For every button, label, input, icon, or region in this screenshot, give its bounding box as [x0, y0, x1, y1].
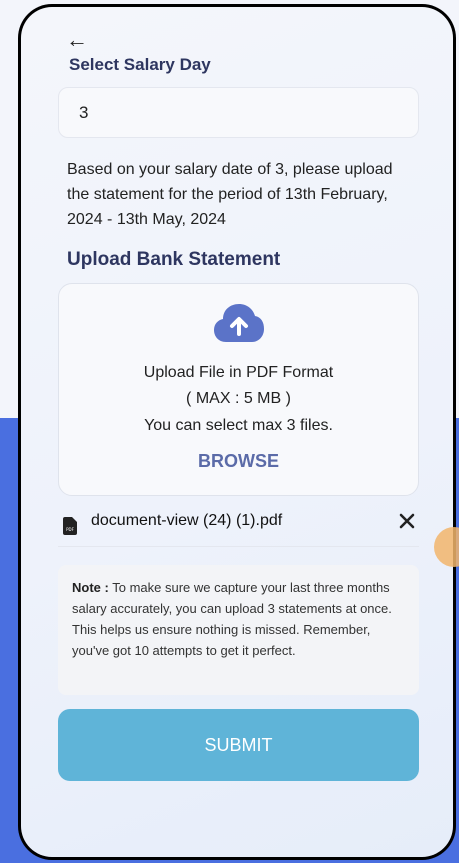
- file-name: document-view (24) (1).pdf: [91, 512, 283, 529]
- statement-period-info: Based on your salary date of 3, please u…: [67, 161, 393, 228]
- close-icon[interactable]: [397, 511, 417, 531]
- browse-button[interactable]: BROWSE: [59, 451, 418, 472]
- salary-day-value: 3: [79, 102, 89, 122]
- upload-max-size-text: ( MAX : 5 MB ): [186, 390, 291, 407]
- note-text: To make sure we capture your last three …: [72, 580, 392, 658]
- upload-format-text: Upload File in PDF Format: [143, 364, 334, 381]
- app-screen: ← Select Salary Day 3 Based on your sala…: [21, 7, 453, 857]
- svg-text:PDF: PDF: [66, 527, 74, 532]
- file-list-item: PDF document-view (24) (1).pdf: [58, 503, 419, 547]
- pdf-file-icon: PDF: [63, 517, 77, 535]
- upload-dropzone[interactable]: Upload File in PDF Format ( MAX : 5 MB )…: [58, 283, 419, 496]
- upload-max-files-text: You can select max 3 files.: [144, 417, 333, 434]
- upload-bank-statement-title: Upload Bank Statement: [67, 249, 281, 270]
- note-label: Note :: [72, 580, 109, 595]
- cloud-upload-icon: [214, 304, 264, 342]
- back-arrow-icon[interactable]: ←: [66, 29, 88, 51]
- phone-frame: ← Select Salary Day 3 Based on your sala…: [18, 4, 456, 860]
- note-box: Note : To make sure we capture your last…: [58, 565, 419, 695]
- submit-button[interactable]: SUBMIT: [58, 709, 419, 781]
- salary-day-field[interactable]: 3: [58, 87, 419, 138]
- select-salary-day-label: Select Salary Day: [69, 55, 211, 74]
